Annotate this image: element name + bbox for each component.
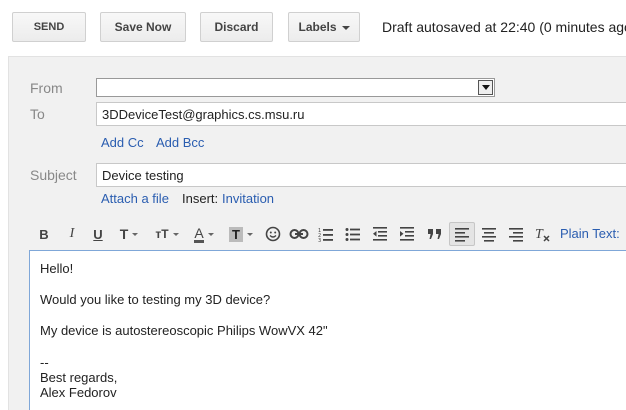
quote-icon[interactable]: [426, 222, 444, 246]
body-line: Best regards,: [40, 370, 118, 385]
action-bar: SEND Save Now Discard Labels Draft autos…: [0, 0, 626, 52]
body-line: Alex Fedorov: [40, 385, 117, 400]
svg-text:3: 3: [318, 238, 321, 242]
discard-button[interactable]: Discard: [200, 12, 273, 42]
from-label: From: [30, 80, 63, 96]
text-color-glyph: A: [194, 224, 204, 243]
from-select[interactable]: [96, 78, 495, 97]
send-button[interactable]: SEND: [12, 12, 86, 42]
remove-formatting-icon[interactable]: T: [534, 222, 552, 246]
body-line: Hello!: [40, 261, 74, 276]
subject-field[interactable]: Device testing: [96, 163, 626, 187]
draft-status: Draft autosaved at 22:40 (0 minutes ago): [382, 19, 626, 35]
indent-more-icon[interactable]: [398, 222, 416, 246]
subject-label: Subject: [30, 167, 77, 183]
dropdown-arrow-icon[interactable]: [478, 80, 493, 95]
italic-icon[interactable]: I: [64, 222, 80, 246]
invitation-link[interactable]: Invitation: [222, 191, 274, 206]
to-label: To: [30, 106, 45, 122]
highlight-icon[interactable]: T: [226, 222, 256, 246]
labels-button[interactable]: Labels: [288, 12, 360, 42]
insert-label: Insert:: [182, 191, 219, 206]
format-toolbar: B I U T тT A T 123 T: [30, 220, 626, 248]
numbered-list-icon[interactable]: 123: [317, 222, 335, 246]
bold-icon[interactable]: B: [36, 222, 52, 246]
labels-button-label: Labels: [298, 20, 337, 34]
add-cc-link[interactable]: Add Cc: [101, 135, 144, 150]
font-icon[interactable]: T: [116, 222, 142, 246]
signature-separator: --: [40, 355, 49, 370]
bullet-list-icon[interactable]: [344, 222, 362, 246]
body-line: Would you like to testing my 3D device?: [40, 292, 271, 307]
align-left-icon[interactable]: [449, 222, 475, 246]
to-field[interactable]: 3DDeviceTest@graphics.cs.msu.ru: [96, 102, 626, 126]
link-icon[interactable]: [288, 222, 310, 246]
save-now-button[interactable]: Save Now: [100, 12, 186, 42]
align-center-icon[interactable]: [480, 222, 498, 246]
emoji-icon[interactable]: [264, 222, 282, 246]
underline-icon[interactable]: U: [90, 222, 106, 246]
indent-less-icon[interactable]: [371, 222, 389, 246]
text-color-icon[interactable]: A: [190, 222, 218, 246]
font-glyph: T: [119, 226, 129, 242]
add-bcc-link[interactable]: Add Bcc: [156, 135, 204, 150]
highlight-glyph: T: [229, 226, 243, 242]
font-size-icon[interactable]: тT: [152, 222, 182, 246]
attach-file-link[interactable]: Attach a file: [101, 191, 169, 206]
align-right-icon[interactable]: [507, 222, 525, 246]
svg-text:T: T: [535, 227, 544, 242]
font-size-glyph: тT: [155, 227, 169, 241]
chevron-down-icon: [341, 25, 350, 30]
message-body-editor[interactable]: Hello! Would you like to testing my 3D d…: [29, 250, 626, 410]
plain-text-link[interactable]: Plain Text:: [560, 226, 620, 241]
body-line: My device is autostereoscopic Philips Wo…: [40, 323, 328, 338]
